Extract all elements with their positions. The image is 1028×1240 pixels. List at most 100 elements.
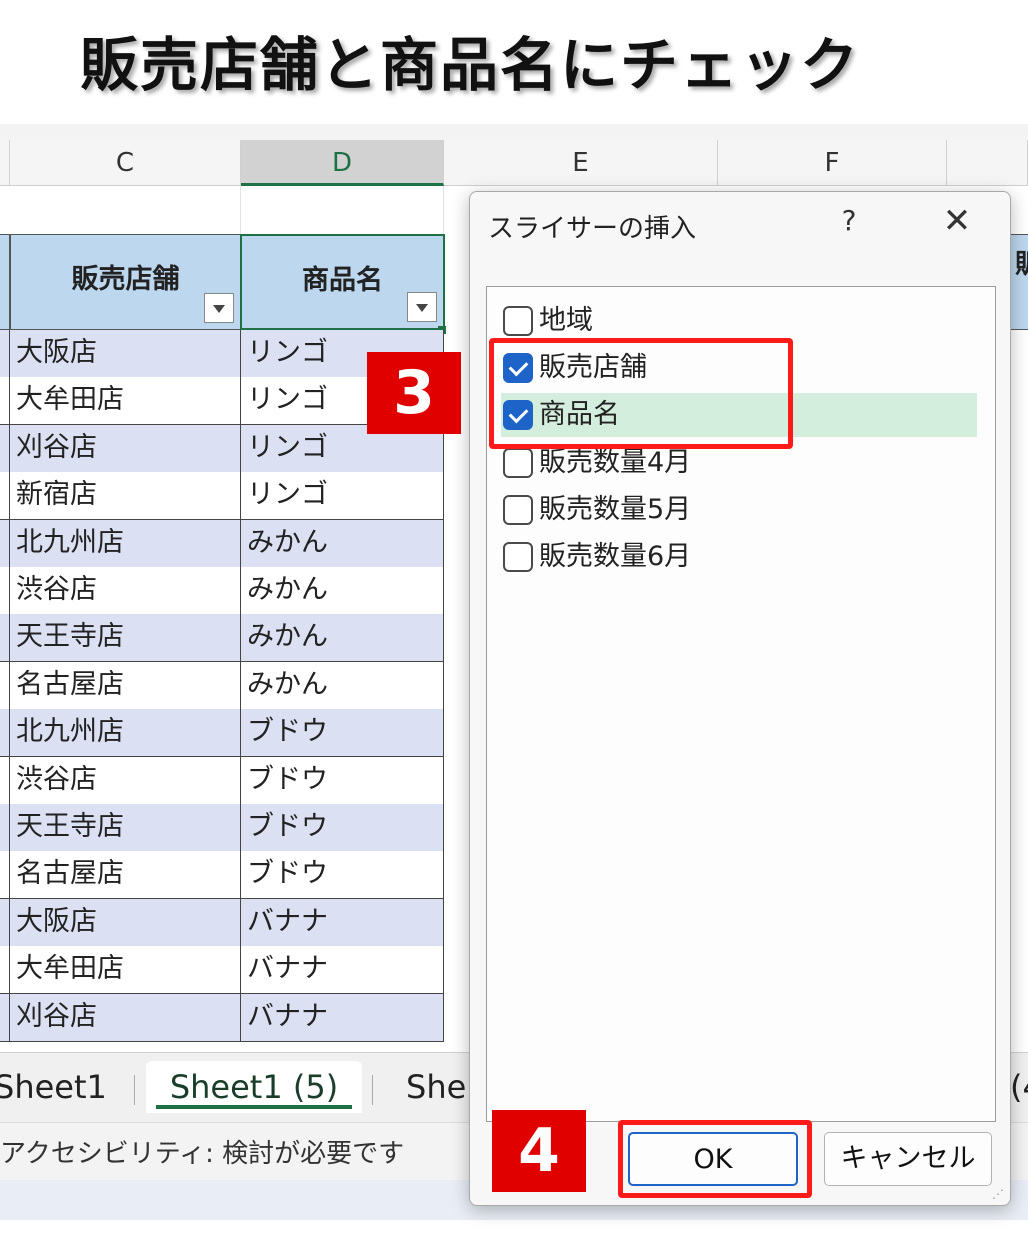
cell-partial[interactable] — [0, 851, 10, 900]
checkbox-qty-april[interactable] — [503, 448, 533, 478]
table-row: 天王寺店 ブドウ — [0, 804, 460, 852]
page-title: 販売店舗と商品名にチェック — [80, 31, 861, 99]
table-row: 刈谷店 バナナ — [0, 993, 460, 1042]
filter-dropdown-icon[interactable] — [204, 293, 234, 323]
checkbox-qty-june[interactable] — [503, 542, 533, 572]
table-row: 大阪店 バナナ — [0, 898, 460, 947]
cell-store[interactable]: 大阪店 — [10, 898, 241, 947]
table-row: 天王寺店 みかん — [0, 614, 460, 663]
cell-store[interactable]: 名古屋店 — [10, 851, 241, 900]
cell-partial[interactable] — [0, 756, 10, 805]
ribbon-edge — [0, 124, 1028, 141]
column-header-e[interactable]: E — [444, 140, 718, 186]
cell-store[interactable]: 大阪店 — [10, 330, 241, 378]
table-header-store[interactable]: 販売店舗 — [10, 234, 241, 330]
cell-store[interactable]: 大牟田店 — [10, 946, 241, 995]
cell-partial[interactable] — [0, 377, 10, 426]
cell-store[interactable]: 名古屋店 — [10, 661, 241, 710]
cell-store[interactable]: 渋谷店 — [10, 756, 241, 805]
table-header-store-label: 販売店舗 — [71, 264, 180, 295]
cell-partial[interactable] — [0, 709, 10, 758]
column-header-partial — [0, 140, 10, 186]
cell-partial[interactable] — [0, 946, 10, 995]
cell-product[interactable]: みかん — [241, 614, 444, 663]
dialog-title: スライサーの挿入 — [488, 214, 697, 244]
table-header-product[interactable]: 商品名 — [240, 234, 445, 330]
highlight-frame-fields — [489, 338, 793, 449]
accessibility-status[interactable]: アクセシビリティ: 検討が必要です — [0, 1133, 404, 1170]
cell-partial[interactable] — [0, 804, 10, 852]
table-header-partial — [0, 234, 10, 330]
cell-partial[interactable] — [0, 993, 10, 1042]
tab-sheet-partial-right[interactable]: (4 — [1010, 1061, 1028, 1113]
highlight-frame-ok — [618, 1120, 812, 1198]
field-label-qty-june: 販売数量6月 — [539, 541, 692, 572]
field-label-qty-may: 販売数量5月 — [539, 494, 692, 525]
table-row: 渋谷店 みかん — [0, 567, 460, 615]
cell-partial[interactable] — [0, 567, 10, 615]
column-header-d[interactable]: D — [241, 140, 444, 186]
table-row: 北九州店 ブドウ — [0, 709, 460, 758]
cell-partial[interactable] — [0, 424, 10, 473]
cell-partial[interactable] — [0, 330, 10, 378]
tab-sheet1-5[interactable]: Sheet1 (5) — [146, 1061, 362, 1113]
close-icon[interactable]: ✕ — [940, 204, 974, 238]
cell-partial[interactable] — [0, 614, 10, 663]
checkbox-qty-may[interactable] — [503, 495, 533, 525]
tab-sheet1-5-label: Sheet1 (5) — [169, 1068, 339, 1106]
empty-cell[interactable] — [241, 186, 444, 234]
cell-store[interactable]: 天王寺店 — [10, 804, 241, 852]
cancel-button[interactable]: キャンセル — [824, 1132, 992, 1186]
tab-sheet1[interactable]: Sheet1 — [0, 1061, 124, 1113]
column-header-g[interactable] — [947, 140, 1028, 186]
cell-product[interactable]: ブドウ — [241, 709, 444, 758]
table-row: 名古屋店 みかん — [0, 661, 460, 710]
tab-sheet-partial[interactable]: She — [406, 1061, 476, 1113]
cell-product[interactable]: ブドウ — [241, 851, 444, 900]
step-badge-3: 3 — [367, 352, 461, 434]
field-item-qty-may[interactable]: 販売数量5月 — [501, 488, 977, 532]
cell-store[interactable]: 新宿店 — [10, 472, 241, 521]
empty-cell[interactable] — [10, 186, 241, 234]
table-row: 北九州店 みかん — [0, 519, 460, 568]
cell-store[interactable]: 北九州店 — [10, 519, 241, 568]
table-row: 渋谷店 ブドウ — [0, 756, 460, 805]
cell-product[interactable]: バナナ — [241, 993, 444, 1042]
table-row: 大牟田店 バナナ — [0, 946, 460, 995]
column-header-f[interactable]: F — [718, 140, 947, 186]
table-row: 名古屋店 ブドウ — [0, 851, 460, 900]
cell-product[interactable]: みかん — [241, 519, 444, 568]
table-row: 新宿店 リンゴ — [0, 472, 460, 521]
cell-store[interactable]: 北九州店 — [10, 709, 241, 758]
cell-product[interactable]: リンゴ — [241, 472, 444, 521]
cell-store[interactable]: 天王寺店 — [10, 614, 241, 663]
field-item-region[interactable]: 地域 — [501, 299, 977, 343]
cell-store[interactable]: 渋谷店 — [10, 567, 241, 615]
cell-partial[interactable] — [0, 898, 10, 947]
resize-grip-icon[interactable]: ⋰ — [992, 1187, 1006, 1201]
tab-separator — [134, 1075, 135, 1105]
cell-store[interactable]: 大牟田店 — [10, 377, 241, 426]
cell-product[interactable]: ブドウ — [241, 804, 444, 852]
cell-store[interactable]: 刈谷店 — [10, 993, 241, 1042]
filter-dropdown-icon[interactable] — [407, 292, 437, 322]
active-tab-underline — [156, 1105, 352, 1109]
cell-product[interactable]: バナナ — [241, 946, 444, 995]
cell-product[interactable]: ブドウ — [241, 756, 444, 805]
cell-product[interactable]: みかん — [241, 567, 444, 615]
cell-partial[interactable] — [0, 519, 10, 568]
cell-store[interactable]: 刈谷店 — [10, 424, 241, 473]
table-header-product-label: 商品名 — [302, 265, 383, 296]
column-header-c[interactable]: C — [10, 140, 241, 186]
cell-partial[interactable] — [0, 661, 10, 710]
checkbox-region[interactable] — [503, 306, 533, 336]
table-header-partial-right: 販 — [1010, 234, 1028, 330]
tab-separator — [372, 1075, 373, 1105]
field-label-region: 地域 — [539, 305, 593, 336]
cell-product[interactable]: バナナ — [241, 898, 444, 947]
cell-partial[interactable] — [0, 472, 10, 521]
cell-product[interactable]: みかん — [241, 661, 444, 710]
step-badge-4: 4 — [492, 1110, 586, 1192]
field-item-qty-june[interactable]: 販売数量6月 — [501, 535, 977, 579]
help-icon[interactable]: ? — [834, 204, 864, 238]
